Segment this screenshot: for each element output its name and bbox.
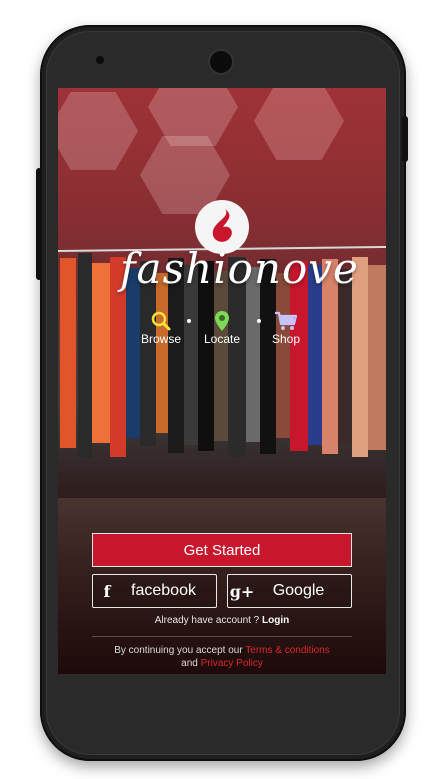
login-prompt-text: Already have account ? [154,615,260,626]
search-icon [151,311,171,331]
terms-link[interactable]: Terms & conditions [245,645,329,656]
location-pin-icon [215,311,229,331]
feature-row: Browse Locate Shop [136,310,326,354]
login-link[interactable]: Login [262,615,289,626]
feature-shop: Shop [266,310,306,346]
feature-browse: Browse [136,310,186,346]
legal-prefix: By continuing you accept our [114,645,243,656]
volume-button [36,168,42,280]
legal-and: and [181,658,198,669]
privacy-policy-link[interactable]: Privacy Policy [201,658,263,669]
get-started-button[interactable]: Get Started [92,533,352,567]
feature-label: Locate [203,332,241,346]
flame-icon [212,209,232,242]
feature-label: Shop [271,332,301,346]
google-plus-icon: g+ [229,581,255,601]
cart-icon [275,311,298,330]
display-shelf [254,88,344,160]
separator-dot [187,319,191,323]
divider [92,636,352,637]
front-camera [208,49,234,75]
google-login-button[interactable]: g+ Google [227,574,352,608]
power-button [402,116,408,162]
separator-dot [257,319,261,323]
google-button-label: Google [272,582,325,599]
login-prompt: Already have account ? Login [58,615,386,626]
legal-notice: By continuing you accept our Terms & con… [58,644,386,670]
facebook-icon: f [103,581,111,601]
brand-wordmark: fashionove [120,244,359,293]
display-shelf [58,92,138,170]
facebook-login-button[interactable]: f facebook [92,574,217,608]
feature-locate: Locate [202,310,242,346]
facebook-button-label: facebook [131,582,196,599]
sensor-dot [96,56,104,64]
feature-label: Browse [140,332,181,346]
app-screen: fashionove Browse Locate Shop Get Starte… [58,88,386,674]
